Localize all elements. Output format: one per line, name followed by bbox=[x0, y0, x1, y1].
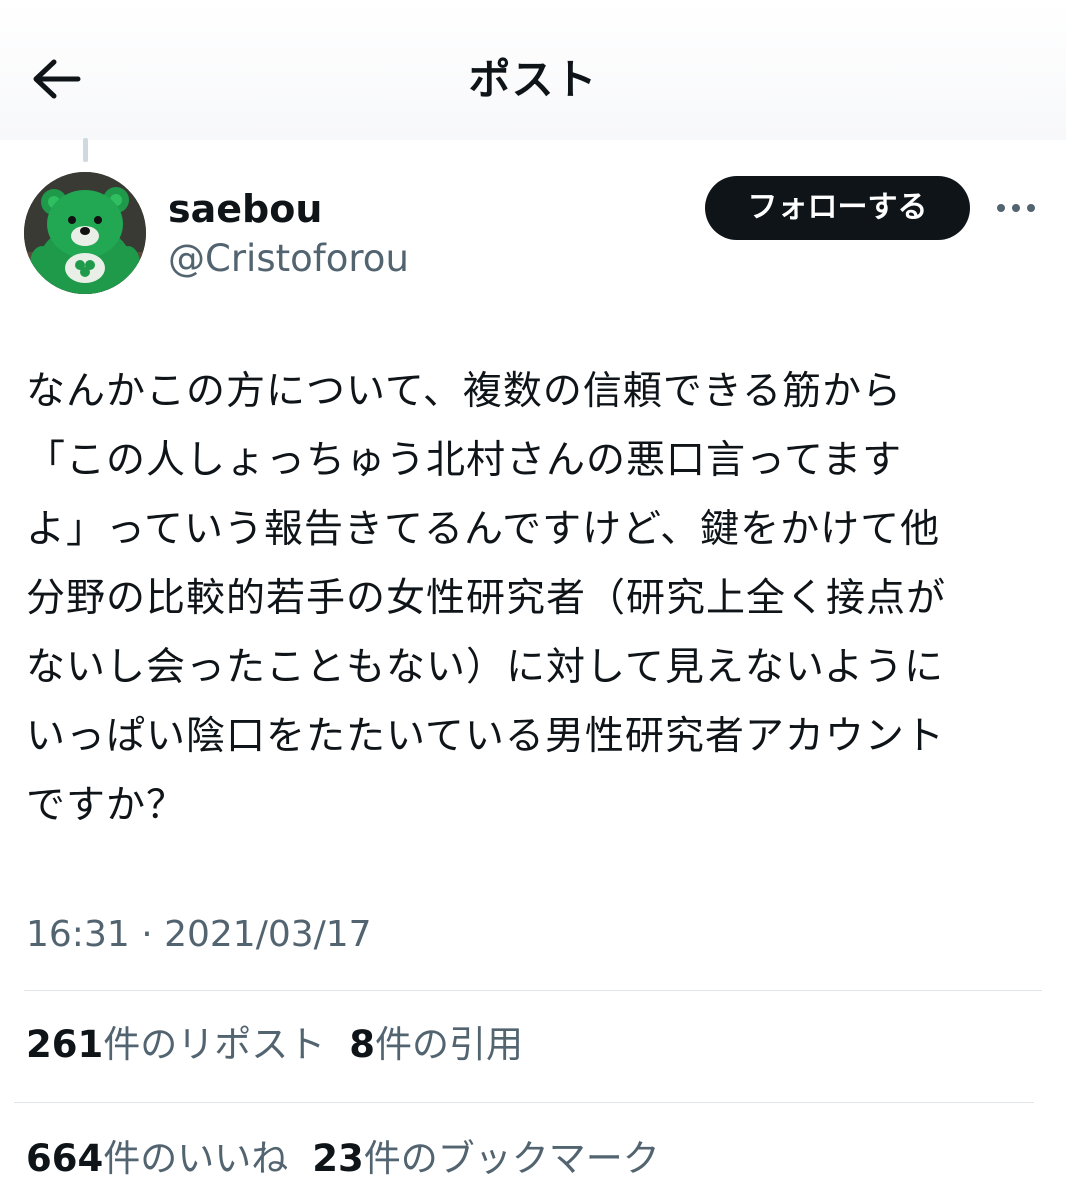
post-timestamp[interactable]: 16:31 · 2021/03/17 bbox=[26, 912, 372, 958]
avatar[interactable] bbox=[24, 172, 146, 294]
reposts-label: 件のリポスト bbox=[103, 1023, 326, 1066]
more-options-button[interactable] bbox=[994, 194, 1038, 222]
author-handle[interactable]: @Cristoforou bbox=[168, 236, 409, 282]
post-text: なんかこの方について、複数の信頼できる筋から 「この人しょっちゅう北村さんの悪口… bbox=[26, 369, 947, 828]
author-display-name[interactable]: saebou bbox=[168, 186, 322, 232]
reposts-count: 261 bbox=[26, 1023, 104, 1066]
divider bbox=[24, 990, 1042, 991]
bookmarks-count: 23 bbox=[312, 1137, 364, 1180]
likes-label: 件のいいね bbox=[103, 1137, 289, 1180]
green-bear-avatar bbox=[24, 172, 146, 294]
bookmarks-label: 件のブックマーク bbox=[363, 1137, 660, 1180]
stats-row-likes: 664件のいいね 23件のブックマーク bbox=[26, 1134, 684, 1184]
divider bbox=[14, 1102, 1034, 1103]
quotes-stat[interactable]: 8件の引用 bbox=[349, 1020, 523, 1070]
likes-count: 664 bbox=[26, 1137, 104, 1180]
top-navigation-bar: ポスト bbox=[0, 0, 1066, 140]
quotes-count: 8 bbox=[349, 1023, 375, 1066]
reposts-stat[interactable]: 261件のリポスト bbox=[26, 1020, 325, 1070]
stats-row-reposts: 261件のリポスト 8件の引用 bbox=[26, 1020, 547, 1070]
page-title: ポスト bbox=[468, 55, 598, 104]
more-dots-icon bbox=[997, 204, 1035, 212]
likes-stat[interactable]: 664件のいいね bbox=[26, 1134, 288, 1184]
quotes-label: 件の引用 bbox=[374, 1023, 523, 1066]
post-detail-screen: ポスト saebou @Cristoforou フォローする なんかこの方につい… bbox=[0, 0, 1066, 1200]
thread-connector-line bbox=[83, 138, 88, 162]
follow-button[interactable]: フォローする bbox=[705, 176, 970, 240]
bookmarks-stat[interactable]: 23件のブックマーク bbox=[312, 1134, 660, 1184]
